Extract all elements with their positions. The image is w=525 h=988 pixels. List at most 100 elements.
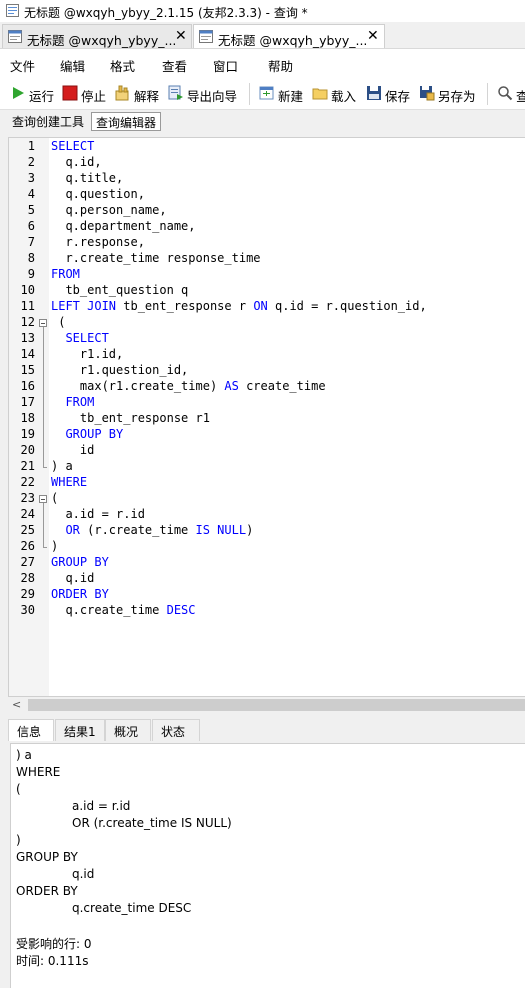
menu-edit[interactable]: 编辑 bbox=[60, 56, 85, 75]
sql-text: ( bbox=[51, 315, 66, 329]
code-line[interactable]: q.id, bbox=[51, 155, 101, 169]
scrollbar-thumb[interactable] bbox=[28, 699, 525, 711]
line-number: 30 bbox=[20, 603, 35, 617]
code-line[interactable]: id bbox=[51, 443, 94, 457]
fold-toggle-icon[interactable] bbox=[39, 319, 47, 327]
output-line: WHERE bbox=[16, 765, 61, 779]
line-number: 1 bbox=[27, 139, 35, 153]
sql-keyword: IS NULL bbox=[195, 523, 247, 537]
line-number: 17 bbox=[20, 395, 35, 409]
code-line[interactable]: q.department_name, bbox=[51, 219, 195, 233]
fold-guide-line bbox=[43, 503, 44, 547]
menu-format[interactable]: 格式 bbox=[110, 56, 135, 75]
menu-file[interactable]: 文件 bbox=[10, 56, 35, 75]
code-line[interactable]: ORDER BY bbox=[51, 587, 109, 601]
code-line[interactable]: WHERE bbox=[51, 475, 87, 489]
document-tab-2[interactable]: 无标题 @wxqyh_ybyy_... ✕ bbox=[193, 24, 385, 48]
title-bar: 无标题 @wxqyh_ybyy_2.1.15 (友邦2.3.3) - 查询 * bbox=[0, 0, 525, 22]
sql-keyword: SELECT bbox=[51, 139, 95, 153]
code-line[interactable]: FROM bbox=[51, 267, 80, 281]
fold-toggle-icon[interactable] bbox=[39, 495, 47, 503]
save-as-icon bbox=[420, 86, 435, 101]
code-line[interactable]: q.question, bbox=[51, 187, 144, 201]
new-label: 新建 bbox=[278, 89, 304, 104]
code-line[interactable]: FROM bbox=[51, 395, 94, 409]
code-line[interactable]: r.create_time response_time bbox=[51, 251, 260, 265]
sql-text: q.id = r.question_id, bbox=[267, 299, 427, 313]
line-number: 27 bbox=[20, 555, 35, 569]
code-line[interactable]: ) bbox=[51, 539, 58, 553]
line-number: 5 bbox=[27, 203, 35, 217]
tab-query-builder[interactable]: 查询创建工具 bbox=[8, 112, 88, 131]
menu-view[interactable]: 查看 bbox=[162, 56, 187, 75]
sql-keyword: FROM bbox=[65, 395, 95, 409]
run-label: 运行 bbox=[29, 89, 55, 104]
sql-keyword: LEFT JOIN bbox=[51, 299, 117, 313]
tab-query-editor[interactable]: 查询编辑器 bbox=[91, 112, 162, 131]
tab-result1[interactable]: 结果1 bbox=[55, 719, 105, 741]
code-line[interactable]: SELECT bbox=[51, 331, 109, 345]
code-line[interactable]: tb_ent_response r1 bbox=[51, 411, 210, 425]
sql-text: a.id = r.id bbox=[51, 507, 145, 521]
close-icon[interactable]: ✕ bbox=[175, 28, 187, 44]
line-number: 19 bbox=[20, 427, 35, 441]
sql-editor[interactable]: 1 2 3 4 5 6 7 8 9 10 11 12 13 14 15 16 17 18 19 20 21 22 23 24 2… bbox=[8, 137, 525, 697]
code-line[interactable]: r1.question_id, bbox=[51, 363, 188, 377]
sql-text: q.create_time bbox=[51, 603, 167, 617]
line-number: 29 bbox=[20, 587, 35, 601]
query-mode-tabs: 查询创建工具 查询编辑器 bbox=[0, 110, 525, 135]
toolbar-separator bbox=[249, 83, 250, 105]
code-line[interactable]: r1.id, bbox=[51, 347, 123, 361]
code-line[interactable]: ( bbox=[51, 315, 65, 329]
fold-end-marker bbox=[43, 467, 47, 468]
menu-window[interactable]: 窗口 bbox=[213, 56, 238, 75]
sql-keyword: ON bbox=[253, 299, 268, 313]
code-line[interactable]: a.id = r.id bbox=[51, 507, 145, 521]
line-number: 7 bbox=[27, 235, 35, 249]
search-icon bbox=[498, 86, 513, 101]
document-tab-label: 无标题 @wxqyh_ybyy_... bbox=[218, 33, 368, 48]
code-line[interactable]: tb_ent_question q bbox=[51, 283, 188, 297]
scroll-left-icon[interactable]: < bbox=[12, 698, 21, 711]
sql-text: r.response, bbox=[51, 235, 145, 249]
code-line[interactable]: LEFT JOIN tb_ent_response r ON q.id = r.… bbox=[51, 299, 427, 313]
code-line[interactable]: ( bbox=[51, 491, 58, 505]
line-number: 2 bbox=[27, 155, 35, 169]
code-line[interactable]: q.person_name, bbox=[51, 203, 167, 217]
menu-help[interactable]: 帮助 bbox=[268, 56, 293, 75]
horizontal-scrollbar[interactable]: < bbox=[8, 697, 525, 713]
sql-text: ) bbox=[51, 539, 59, 553]
code-line[interactable]: GROUP BY bbox=[51, 427, 123, 441]
code-line[interactable]: q.title, bbox=[51, 171, 123, 185]
line-number: 21 bbox=[20, 459, 35, 473]
code-line[interactable]: r.response, bbox=[51, 235, 145, 249]
sql-text: ) a bbox=[51, 459, 73, 473]
code-line[interactable]: ) a bbox=[51, 459, 73, 473]
tab-overview[interactable]: 概况 bbox=[105, 719, 151, 741]
code-line[interactable]: SELECT bbox=[51, 139, 94, 153]
code-line[interactable]: GROUP BY bbox=[51, 555, 109, 569]
document-tab-1[interactable]: 无标题 @wxqyh_ybyy_... ✕ bbox=[2, 24, 192, 48]
sql-text: q.person_name, bbox=[51, 203, 167, 217]
load-label: 载入 bbox=[331, 89, 357, 104]
stop-icon bbox=[62, 85, 78, 101]
tab-status[interactable]: 状态 bbox=[152, 719, 200, 741]
code-line[interactable]: OR (r.create_time IS NULL) bbox=[51, 523, 253, 537]
query-icon bbox=[199, 30, 213, 43]
tab-info[interactable]: 信息 bbox=[8, 719, 54, 741]
new-query-icon bbox=[259, 86, 274, 100]
sql-keyword: AS bbox=[224, 379, 239, 393]
sql-keyword: DESC bbox=[166, 603, 196, 617]
result-tabs: 信息 结果1 概况 状态 bbox=[0, 718, 525, 742]
code-line[interactable]: q.id bbox=[51, 571, 94, 585]
line-number: 25 bbox=[20, 523, 35, 537]
close-icon[interactable]: ✕ bbox=[367, 28, 379, 44]
save-as-label: 另存为 bbox=[438, 89, 476, 104]
line-number: 28 bbox=[20, 571, 35, 585]
line-number: 13 bbox=[20, 331, 35, 345]
code-line[interactable]: max(r1.create_time) AS create_time bbox=[51, 379, 326, 393]
sql-keyword: SELECT bbox=[65, 331, 109, 345]
line-number-gutter: 1 2 3 4 5 6 7 8 9 10 11 12 13 14 15 16 17 18 19 20 21 22 23 24 2… bbox=[9, 138, 49, 696]
code-line[interactable]: q.create_time DESC bbox=[51, 603, 196, 617]
